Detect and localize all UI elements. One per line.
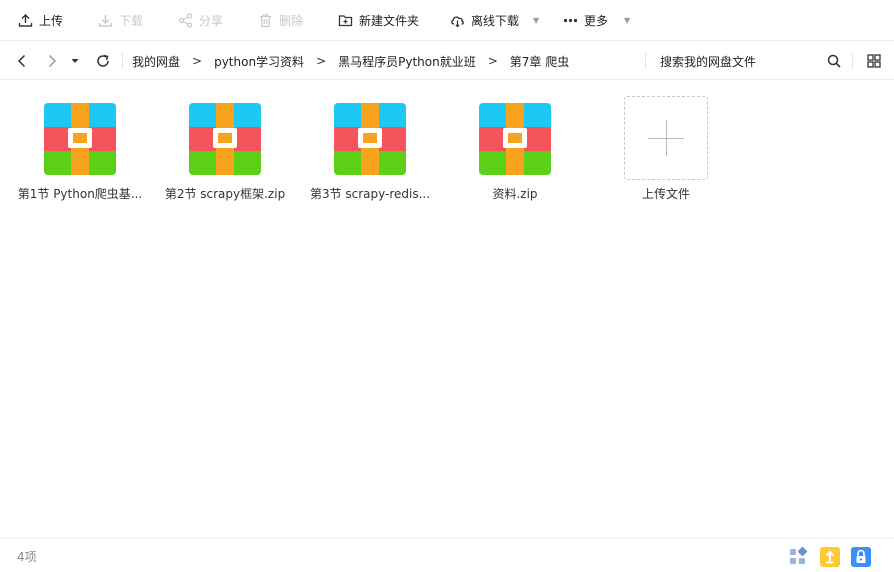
share-label: 分享: [199, 13, 224, 28]
upload-button[interactable]: 上传: [17, 0, 63, 40]
upload-file-label[interactable]: 上传文件: [601, 185, 731, 202]
file-name: 资料.zip: [492, 187, 538, 201]
lock-icon[interactable]: [851, 547, 871, 567]
breadcrumb-separator: >: [316, 54, 327, 68]
breadcrumb: 我的网盘 > python学习资料 > 黑马程序员Python就业班 > 第7章…: [132, 41, 569, 81]
new-folder-icon: [337, 12, 353, 28]
file-item[interactable]: 第1节 Python爬虫基...: [15, 96, 145, 206]
search-icon[interactable]: [824, 41, 844, 81]
navigation-bar: 我的网盘 > python学习资料 > 黑马程序员Python就业班 > 第7章…: [0, 40, 894, 80]
divider: [122, 53, 123, 69]
divider: [852, 53, 853, 69]
upload-file-tile[interactable]: [624, 96, 708, 180]
divider: [645, 53, 646, 69]
file-item[interactable]: 资料.zip: [450, 96, 580, 206]
offline-download-button[interactable]: 离线下载 ▼: [449, 0, 539, 40]
trash-icon: [257, 12, 273, 28]
more-caret-icon[interactable]: ▼: [624, 16, 630, 25]
grid-view-icon[interactable]: [864, 41, 884, 81]
breadcrumb-item-python-materials[interactable]: python学习资料: [214, 53, 304, 70]
file-name: 第3节 scrapy-redis...: [309, 187, 431, 201]
offline-download-caret-icon[interactable]: ▼: [533, 16, 539, 25]
download-button[interactable]: 下载: [97, 0, 143, 40]
zip-file-icon: [44, 103, 116, 175]
breadcrumb-item-root[interactable]: 我的网盘: [132, 53, 180, 70]
delete-button[interactable]: 删除: [257, 0, 303, 40]
more-button[interactable]: 更多 ▼: [562, 0, 630, 40]
history-dropdown-icon[interactable]: [68, 41, 82, 81]
download-label: 下载: [119, 13, 144, 28]
file-item[interactable]: 第2节 scrapy框架.zip: [160, 96, 290, 206]
toolbar: 上传 下载 分享 删除 新建文件夹 离线下载 ▼ 更多 ▼: [0, 0, 894, 40]
refresh-icon[interactable]: [94, 41, 112, 81]
file-name: 第1节 Python爬虫基...: [17, 187, 143, 201]
back-arrow-icon[interactable]: [12, 41, 32, 81]
breadcrumb-separator: >: [192, 54, 203, 68]
search-input[interactable]: 搜索我的网盘文件: [660, 41, 756, 81]
item-count: 4项: [17, 550, 37, 564]
breadcrumb-separator: >: [487, 54, 498, 68]
file-item[interactable]: 第3节 scrapy-redis...: [305, 96, 435, 206]
file-name: 第2节 scrapy框架.zip: [164, 187, 286, 201]
breadcrumb-item-current[interactable]: 第7章 爬虫: [510, 53, 569, 70]
new-folder-button[interactable]: 新建文件夹: [337, 0, 419, 40]
forward-arrow-icon[interactable]: [42, 41, 62, 81]
more-label: 更多: [584, 13, 609, 28]
cloud-download-icon: [449, 12, 465, 28]
more-dots-icon: [562, 12, 578, 28]
share-icon: [177, 12, 193, 28]
transfer-upload-icon[interactable]: [820, 547, 840, 567]
new-folder-label: 新建文件夹: [359, 13, 420, 28]
status-bar: 4项: [0, 538, 894, 572]
zip-file-icon: [189, 103, 261, 175]
offline-download-label: 离线下载: [471, 13, 520, 28]
apps-icon[interactable]: [788, 546, 808, 567]
download-icon: [97, 12, 113, 28]
upload-icon: [17, 12, 33, 28]
zip-file-icon: [334, 103, 406, 175]
breadcrumb-item-course[interactable]: 黑马程序员Python就业班: [338, 53, 476, 70]
share-button[interactable]: 分享: [177, 0, 223, 40]
delete-label: 删除: [279, 13, 304, 28]
zip-file-icon: [479, 103, 551, 175]
upload-label: 上传: [39, 13, 64, 28]
